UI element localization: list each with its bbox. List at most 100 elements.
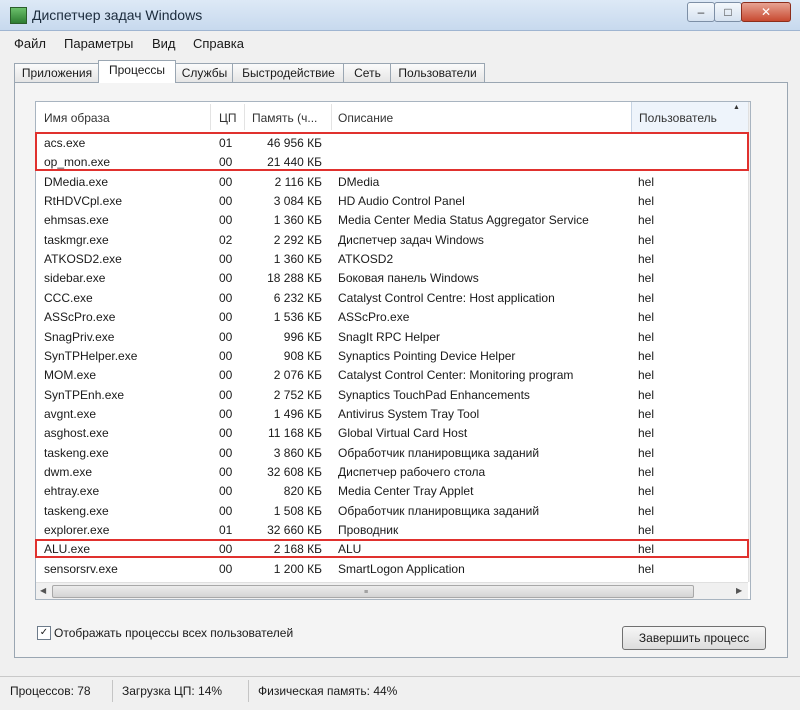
table-row[interactable]: SynTPEnh.exe 00 2 752 КБ Synaptics TouchPad…: [36, 385, 748, 404]
table-row[interactable]: ehmsas.exe 00 1 360 КБ Media Center Media S…: [36, 210, 748, 229]
menu-file[interactable]: Файл: [14, 36, 46, 51]
process-name: SynTPHelper.exe: [44, 348, 138, 363]
process-name: ASScPro.exe: [44, 310, 116, 325]
close-button[interactable]: ✕: [741, 2, 791, 22]
process-memory: 820 КБ: [283, 484, 322, 499]
process-memory: 908 КБ: [283, 348, 322, 363]
process-description: Диспетчер рабочего стола: [338, 464, 486, 479]
tab-processes[interactable]: Процессы: [98, 60, 176, 83]
table-row[interactable]: SnagPriv.exe 00 996 КБ SnagIt RPC Helper hel: [36, 327, 748, 346]
show-all-users-checkbox[interactable]: ✓: [37, 626, 51, 640]
table-row[interactable]: DMedia.exe 00 2 116 КБ DMedia hel: [36, 172, 748, 191]
tab-users[interactable]: Пользователи: [390, 63, 485, 82]
process-description: Synaptics Pointing Device Helper: [338, 348, 516, 363]
process-memory: 1 508 КБ: [273, 503, 322, 518]
menu-options[interactable]: Параметры: [64, 36, 133, 51]
horizontal-scrollbar[interactable]: ◀ ≡ ▶: [36, 582, 748, 599]
process-cpu: 00: [219, 426, 233, 441]
vertical-scrollbar[interactable]: ▲ ▼: [748, 102, 750, 582]
table-row[interactable]: avgnt.exe 00 1 496 КБ Antivirus System Tray…: [36, 404, 748, 423]
table-row[interactable]: sidebar.exe 00 18 288 КБ Боковая панель Win…: [36, 268, 748, 287]
process-description: SmartLogon Application: [338, 561, 465, 576]
table-row[interactable]: asghost.exe 00 11 168 КБ Global Virtual Car…: [36, 423, 748, 442]
process-memory: 3 860 КБ: [273, 445, 322, 460]
process-user: hel: [638, 271, 655, 286]
end-process-button[interactable]: Завершить процесс: [622, 626, 766, 650]
process-list[interactable]: Имя образа ЦП Память (ч... Описание Поль…: [35, 101, 751, 600]
table-row[interactable]: taskeng.exe 00 1 508 КБ Обработчик планиров…: [36, 501, 748, 520]
minimize-button[interactable]: –: [687, 2, 715, 22]
process-name: DMedia.exe: [44, 174, 109, 189]
table-row[interactable]: ehtray.exe 00 820 КБ Media Center Tray Appl…: [36, 481, 748, 500]
table-row[interactable]: taskeng.exe 00 3 860 КБ Обработчик планиров…: [36, 443, 748, 462]
process-memory: 1 360 КБ: [273, 213, 322, 228]
process-cpu: 00: [219, 561, 233, 576]
status-divider: [248, 680, 249, 702]
show-all-users-label[interactable]: Отображать процессы всех пользователей: [54, 626, 293, 640]
process-user: hel: [638, 348, 655, 363]
table-row[interactable]: RtHDVCpl.exe 00 3 084 КБ HD Audio Control P…: [36, 191, 748, 210]
status-cpu: Загрузка ЦП: 14%: [122, 684, 223, 698]
process-user: hel: [638, 426, 655, 441]
column-divider[interactable]: [244, 104, 245, 130]
column-cpu[interactable]: ЦП: [219, 111, 237, 125]
column-user: Пользователь: [639, 111, 717, 125]
tab-applications[interactable]: Приложения: [14, 63, 100, 82]
column-description[interactable]: Описание: [338, 111, 393, 125]
maximize-button[interactable]: □: [714, 2, 742, 22]
tab-networking[interactable]: Сеть: [343, 63, 392, 82]
tab-performance[interactable]: Быстродействие: [232, 63, 345, 82]
process-name: MOM.exe: [44, 368, 97, 383]
table-row[interactable]: dwm.exe 00 32 608 КБ Диспетчер рабочего сто…: [36, 462, 748, 481]
status-bar: Процессов: 78 Загрузка ЦП: 14% Физическа…: [0, 676, 800, 705]
table-row[interactable]: MOM.exe 00 2 076 КБ Catalyst Control Center…: [36, 365, 748, 384]
process-memory: 6 232 КБ: [273, 290, 322, 305]
table-row[interactable]: explorer.exe 01 32 660 КБ Проводник hel: [36, 520, 748, 539]
horizontal-scroll-thumb[interactable]: ≡: [52, 585, 694, 598]
table-row[interactable]: ASScPro.exe 00 1 536 КБ ASScPro.exe hel: [36, 307, 748, 326]
process-name: taskeng.exe: [44, 503, 109, 518]
process-name: RtHDVCpl.exe: [44, 194, 123, 209]
menu-view[interactable]: Вид: [152, 36, 176, 51]
process-user: hel: [638, 484, 655, 499]
tab-services[interactable]: Службы: [175, 63, 234, 82]
column-image-name[interactable]: Имя образа: [44, 111, 110, 125]
process-user: hel: [638, 194, 655, 209]
status-processes: Процессов: 78: [10, 684, 91, 698]
table-row[interactable]: taskmgr.exe 02 2 292 КБ Диспетчер задач Win…: [36, 230, 748, 249]
process-memory: 1 360 КБ: [273, 252, 322, 267]
process-name: ehmsas.exe: [44, 213, 109, 228]
process-name: ehtray.exe: [44, 484, 100, 499]
process-user: hel: [638, 252, 655, 267]
highlight-box: [35, 539, 749, 558]
process-cpu: 00: [219, 445, 233, 460]
column-divider[interactable]: [331, 104, 332, 130]
scroll-right-icon[interactable]: ▶: [736, 586, 742, 595]
process-user: hel: [638, 213, 655, 228]
process-name: sidebar.exe: [44, 271, 106, 286]
column-user-header[interactable]: Пользователь ▲: [631, 102, 749, 132]
process-user: hel: [638, 368, 655, 383]
column-memory[interactable]: Память (ч...: [252, 111, 317, 125]
menu-help[interactable]: Справка: [193, 36, 244, 51]
process-description: Боковая панель Windows: [338, 271, 479, 286]
process-name: taskmgr.exe: [44, 232, 109, 247]
table-row[interactable]: CCC.exe 00 6 232 КБ Catalyst Control Centre…: [36, 288, 748, 307]
scroll-left-icon[interactable]: ◀: [40, 586, 46, 595]
process-memory: 1 536 КБ: [273, 310, 322, 325]
process-memory: 32 660 КБ: [267, 523, 322, 537]
process-name: avgnt.exe: [44, 406, 97, 421]
column-divider[interactable]: [210, 104, 211, 130]
process-user: hel: [638, 406, 655, 421]
table-row[interactable]: sensorsrv.exe 00 1 200 КБ SmartLogon Applic…: [36, 559, 748, 578]
process-memory: 11 168 КБ: [267, 426, 322, 441]
process-description: DMedia: [338, 174, 380, 189]
table-row[interactable]: SynTPHelper.exe 00 908 КБ Synaptics Pointin…: [36, 346, 748, 365]
process-name: ATKOSD2.exe: [44, 252, 122, 267]
table-row[interactable]: ATKOSD2.exe 00 1 360 КБ ATKOSD2 hel: [36, 249, 748, 268]
process-cpu: 02: [219, 232, 233, 247]
process-description: Global Virtual Card Host: [338, 426, 468, 441]
process-description: Catalyst Control Center: Monitoring prog…: [338, 368, 574, 383]
process-cpu: 00: [219, 194, 233, 209]
process-cpu: 00: [219, 406, 233, 421]
